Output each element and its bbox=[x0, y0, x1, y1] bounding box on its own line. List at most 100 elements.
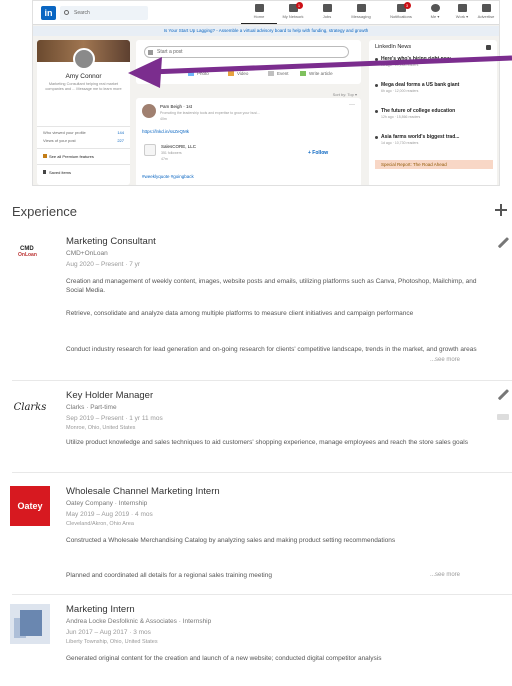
action-label: Write article bbox=[309, 71, 333, 76]
nav-label: Jobs bbox=[322, 14, 332, 19]
news-panel: LinkedIn News Here's who's hiring right … bbox=[369, 40, 497, 185]
job-title[interactable]: Wholesale Channel Marketing Intern bbox=[66, 486, 220, 497]
profile-name[interactable]: Amy Connor bbox=[37, 73, 130, 80]
nav-messaging[interactable]: Messaging bbox=[343, 4, 379, 24]
hashtags[interactable]: #weeklyquote #goingback bbox=[142, 174, 194, 179]
start-post-label: Start a post bbox=[157, 49, 183, 55]
profile-headline: Marketing Consultant helping real market… bbox=[45, 82, 122, 91]
promo-banner[interactable]: Is Your Start Up Lagging? - Assemble a v… bbox=[33, 26, 499, 36]
nav-label: Me ▾ bbox=[430, 14, 440, 19]
edit-icon[interactable] bbox=[496, 236, 510, 250]
experience-entry: CMD OnLoan Marketing Consultant CMD+OnLo… bbox=[0, 236, 512, 376]
company-logo[interactable] bbox=[10, 604, 50, 644]
nav-label: Notifications bbox=[390, 14, 412, 19]
job-description: Retrieve, consolidate and analyze data a… bbox=[66, 310, 414, 317]
nav-work[interactable]: Work ▾ bbox=[449, 4, 475, 24]
company-logo[interactable] bbox=[144, 144, 156, 156]
news-sub: 1d ago · 10,730 readers bbox=[381, 141, 419, 145]
photo-button[interactable]: Photo bbox=[188, 71, 209, 77]
company-name: CMD+OnLoan bbox=[66, 250, 108, 257]
company-logo[interactable]: Oatey bbox=[10, 486, 50, 526]
company-logo[interactable]: Clarks bbox=[10, 388, 50, 428]
stat-value: 144 bbox=[117, 130, 124, 135]
post-author[interactable]: Pam Beigh · 1st bbox=[160, 104, 192, 109]
special-report-link[interactable]: Special Report: The Road Ahead bbox=[375, 160, 493, 169]
more-options-icon[interactable]: ··· bbox=[349, 102, 355, 108]
company-name[interactable]: SalesCORE, LLC bbox=[161, 144, 196, 149]
job-dates: Sep 2019 – Present · 1 yr 11 mos bbox=[66, 415, 163, 422]
jobs-icon bbox=[322, 4, 332, 12]
profile-viewers-stat[interactable]: Who viewed your profile 144 bbox=[43, 130, 124, 135]
company-name: Andrea Locke Desfolknic & Associates · I… bbox=[66, 618, 212, 625]
divider bbox=[37, 126, 130, 127]
premium-link[interactable]: See all Premium features bbox=[43, 154, 94, 159]
post-link[interactable]: https://lnkd.in/ssZeQMk bbox=[142, 129, 189, 134]
saved-items-link[interactable]: Saved items bbox=[43, 170, 71, 175]
job-title[interactable]: Marketing Consultant bbox=[66, 236, 156, 247]
top-nav: in Search Home 1 My Network Jobs Messagi… bbox=[33, 1, 499, 25]
nav-home[interactable]: Home bbox=[241, 4, 277, 24]
event-button[interactable]: Event bbox=[268, 71, 289, 77]
job-location: Liberty Township, Ohio, United States bbox=[66, 639, 158, 645]
search-placeholder: Search bbox=[74, 10, 90, 16]
search-icon bbox=[64, 10, 69, 15]
news-title: LinkedIn News bbox=[375, 44, 412, 50]
event-icon bbox=[268, 71, 274, 77]
saved-label: Saved items bbox=[49, 170, 72, 175]
job-title[interactable]: Key Holder Manager bbox=[66, 390, 153, 401]
sort-by-dropdown[interactable]: Sort by: Top ▾ bbox=[333, 92, 357, 97]
job-description: Creation and management of weekly conten… bbox=[66, 278, 477, 294]
company-logo[interactable]: CMD OnLoan bbox=[10, 238, 50, 278]
news-headline: The future of college education bbox=[381, 108, 456, 114]
nav-notifications[interactable]: 3 Notifications bbox=[383, 2, 419, 24]
job-title[interactable]: Marketing Intern bbox=[66, 604, 135, 615]
nav-me[interactable]: Me ▾ bbox=[417, 4, 453, 24]
bullet-icon bbox=[375, 84, 378, 87]
linkedin-logo[interactable]: in bbox=[41, 6, 56, 20]
company-time: 47m bbox=[161, 157, 168, 161]
job-location: Cleveland/Akron, Ohio Area bbox=[66, 521, 134, 527]
see-more-link[interactable]: ...see more bbox=[430, 357, 460, 363]
news-sub: 6h ago · 12,000 readers bbox=[381, 89, 419, 93]
premium-label: See all Premium features bbox=[49, 154, 94, 159]
divider bbox=[37, 148, 130, 149]
bell-icon: 3 bbox=[396, 2, 411, 12]
nav-my-network[interactable]: 1 My Network bbox=[275, 2, 311, 24]
job-description: Generated original content for the creat… bbox=[66, 655, 382, 662]
news-headline: Here's who's hiring right now bbox=[381, 56, 451, 62]
add-icon[interactable] bbox=[494, 203, 508, 217]
bookmark-icon bbox=[43, 170, 46, 174]
photo-icon bbox=[188, 71, 194, 77]
bullet-icon bbox=[375, 58, 378, 61]
job-description: Constructed a Wholesale Merchandising Ca… bbox=[66, 537, 396, 544]
nav-jobs[interactable]: Jobs bbox=[309, 4, 345, 24]
search-input[interactable]: Search bbox=[60, 6, 148, 20]
nav-advertise[interactable]: Advertise bbox=[473, 4, 499, 24]
avatar[interactable] bbox=[73, 48, 95, 70]
write-article-button[interactable]: Write article bbox=[300, 71, 333, 77]
nav-label: Work ▾ bbox=[455, 14, 469, 19]
drag-handle-icon[interactable] bbox=[497, 414, 509, 420]
video-button[interactable]: Video bbox=[228, 71, 248, 77]
follow-button[interactable]: + Follow bbox=[308, 150, 328, 156]
post-views-stat[interactable]: Views of your post 227 bbox=[43, 138, 124, 143]
nav-label: Advertise bbox=[477, 14, 495, 19]
avatar[interactable] bbox=[142, 104, 156, 118]
notification-badge: 1 bbox=[295, 2, 303, 9]
notification-badge: 3 bbox=[403, 2, 411, 9]
logo-text: OnLoan bbox=[18, 252, 37, 258]
job-description: Conduct industry research for lead gener… bbox=[66, 346, 477, 353]
see-more-link[interactable]: ...see more bbox=[430, 572, 460, 578]
divider bbox=[37, 164, 130, 165]
divider bbox=[12, 472, 512, 473]
nav-label: Home bbox=[253, 14, 265, 19]
divider bbox=[12, 380, 512, 381]
profile-card: Amy Connor Marketing Consultant helping … bbox=[37, 40, 130, 185]
experience-heading: Experience bbox=[12, 204, 78, 219]
advertise-icon bbox=[481, 4, 491, 12]
edit-icon[interactable] bbox=[496, 388, 510, 402]
start-post-input[interactable]: Start a post bbox=[144, 46, 349, 58]
info-icon[interactable] bbox=[486, 45, 491, 50]
bullet-icon bbox=[375, 136, 378, 139]
news-headline: Mega deal forms a US bank giant bbox=[381, 82, 460, 88]
